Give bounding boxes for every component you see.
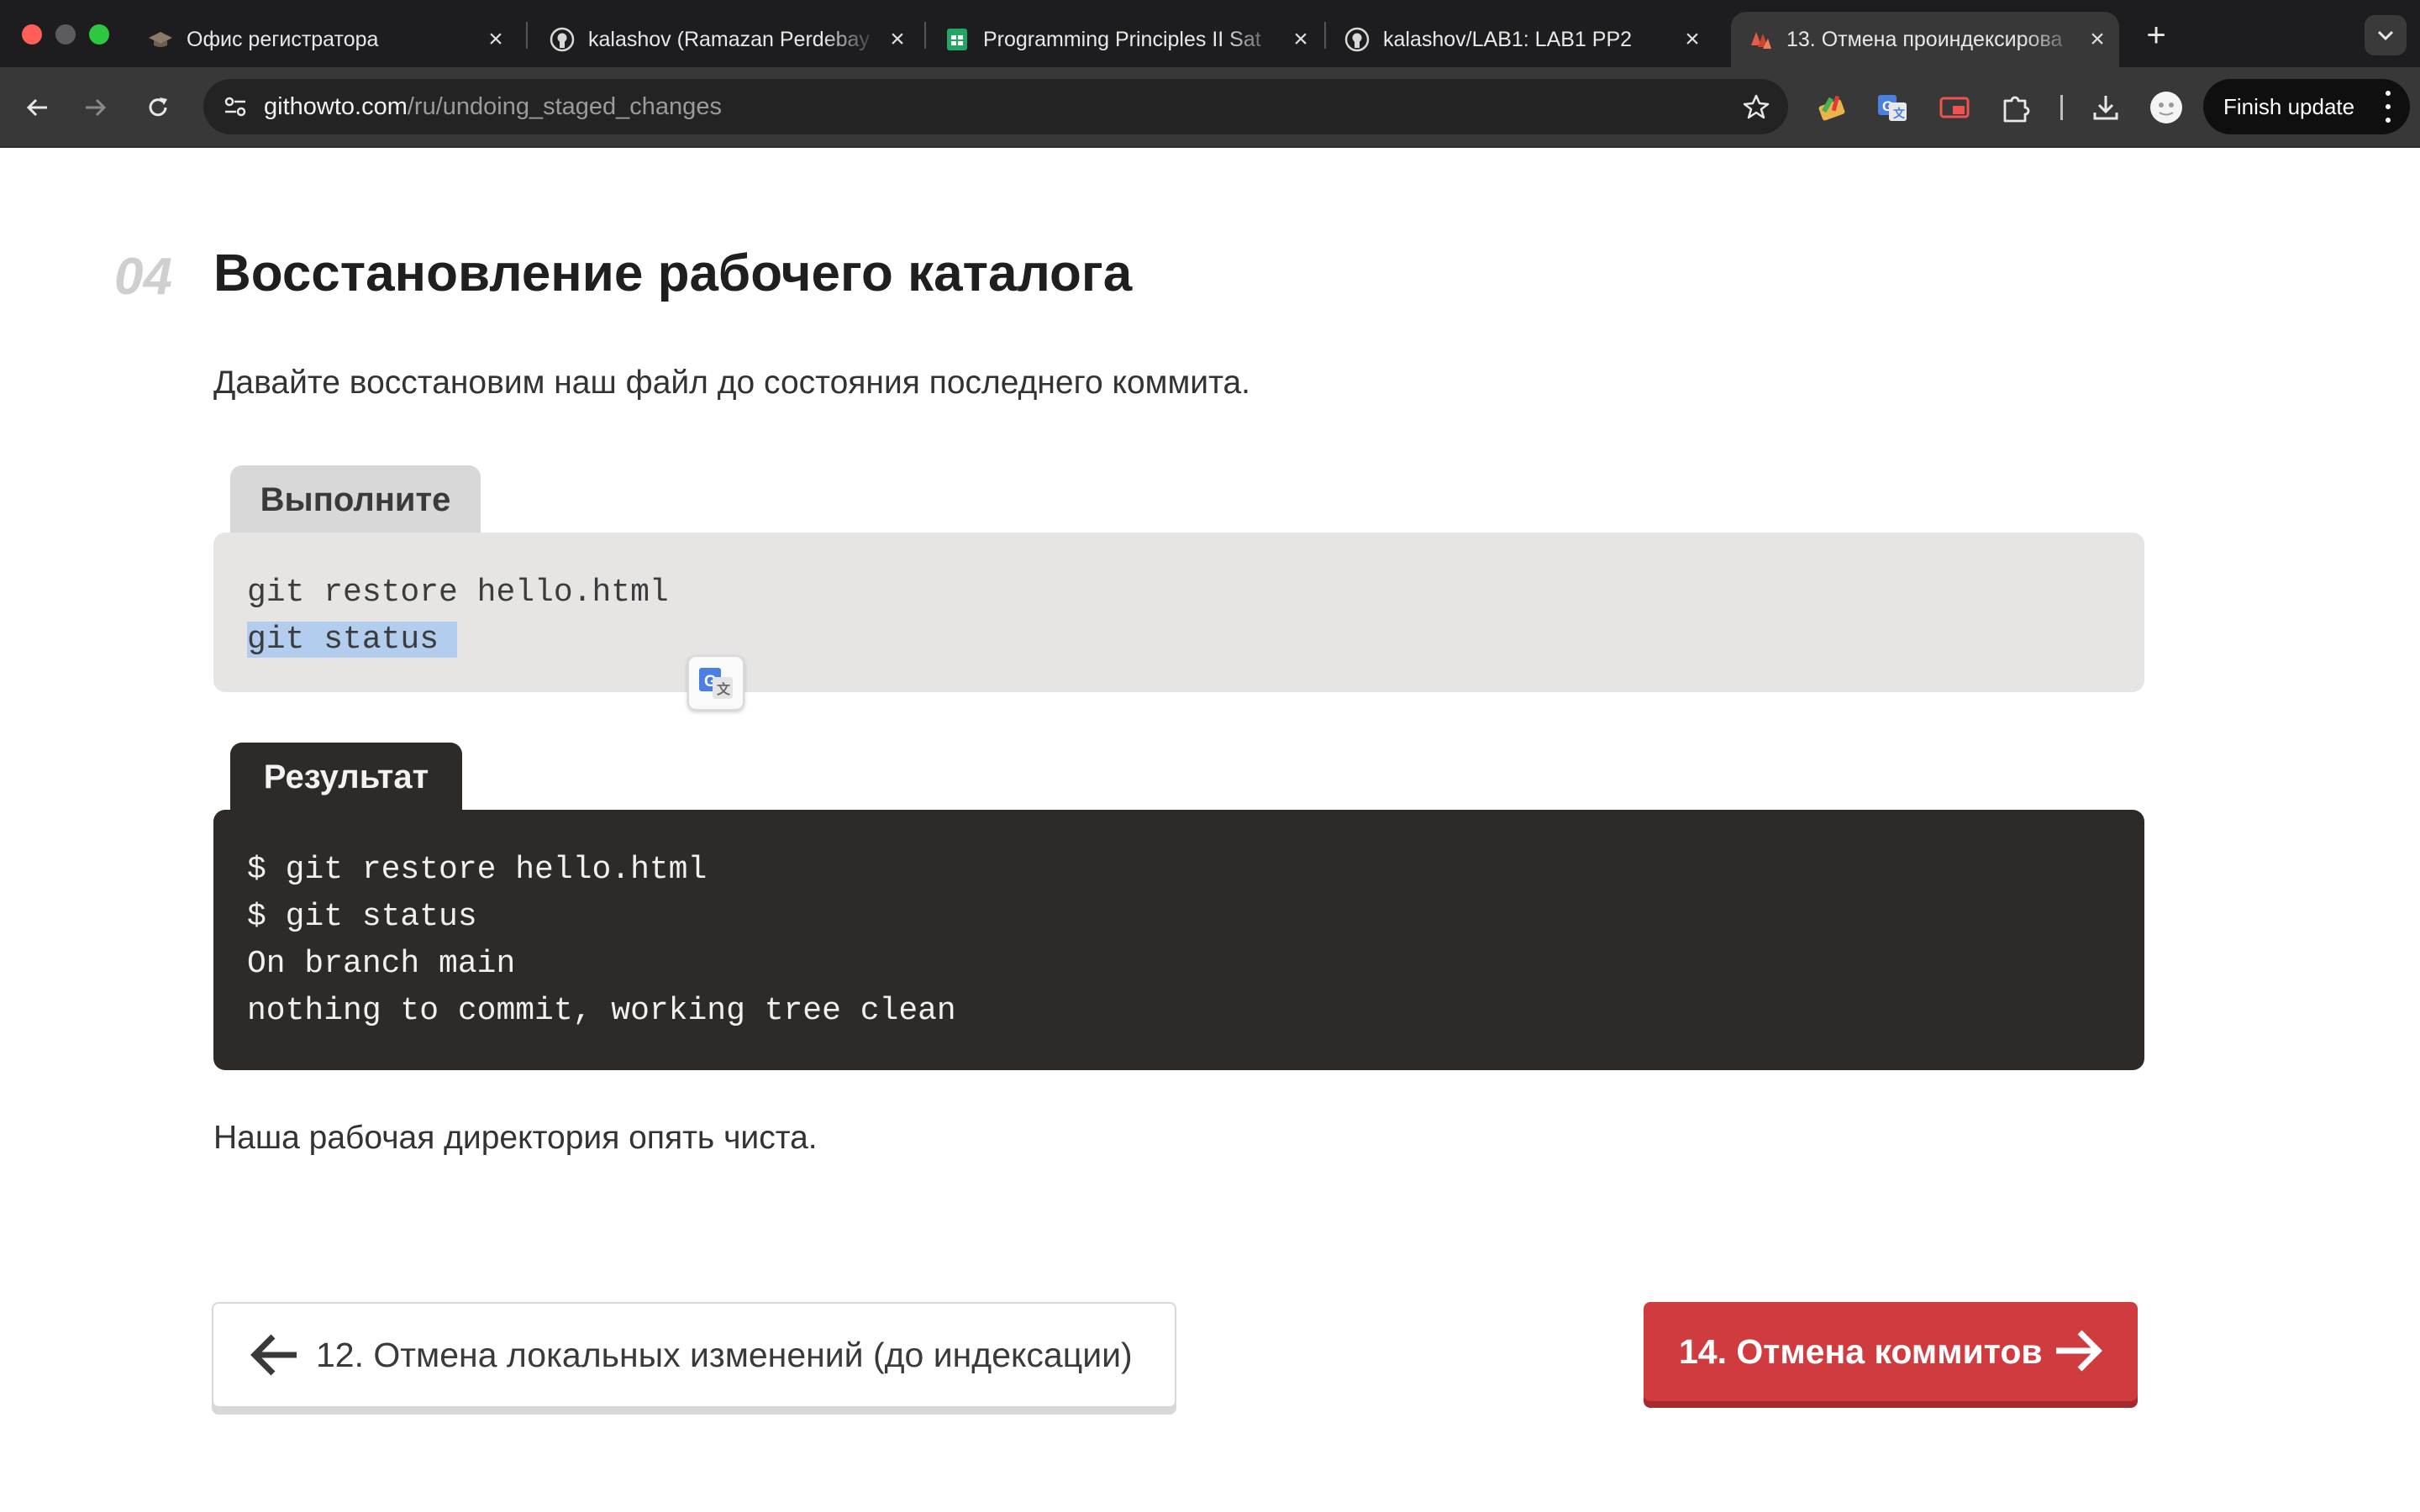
terminal-line: nothing to commit, working tree clean (247, 993, 956, 1029)
tab-github-profile[interactable]: kalashov (Ramazan Perdebay × (533, 12, 919, 67)
tab-title: 13. Отмена проиндексирова (1786, 27, 2063, 51)
tab-programming-principles-sheet[interactable]: Programming Principles II Sat × (928, 12, 1323, 67)
google-sheets-icon (944, 27, 970, 52)
url-text: githowto.com/ru/undoing_staged_changes (264, 79, 722, 134)
step-number: 04 (114, 248, 172, 306)
translate-popup-icon[interactable]: G文 (687, 655, 744, 711)
run-code-block[interactable]: git restore hello.html git status (213, 533, 2144, 692)
bookmark-star-icon[interactable] (1739, 90, 1773, 123)
new-tab-button[interactable]: + (2138, 17, 2175, 54)
close-tab-icon[interactable]: × (1676, 23, 1709, 56)
next-lesson-label: 14. Отмена коммитов (1679, 1331, 2043, 1371)
browser-toolbar: githowto.com/ru/undoing_staged_changes G… (0, 67, 2420, 148)
page-content: 04 Восстановление рабочего каталога Дава… (0, 148, 2420, 1512)
svg-text:文: 文 (717, 681, 731, 697)
result-terminal-block: $ git restore hello.html $ git status On… (213, 810, 2144, 1070)
terminal-line: $ git restore hello.html (247, 852, 708, 888)
terminal-line: $ git status (247, 899, 477, 935)
arrow-right-icon (86, 98, 107, 117)
git-icon (1748, 27, 1773, 52)
google-translate-extension-icon[interactable]: G文 (1872, 87, 1912, 128)
forward-button[interactable] (76, 87, 116, 128)
tab-github-repo[interactable]: kalashov/LAB1: LAB1 PP2 × (1328, 12, 1714, 67)
tab-title: Programming Principles II Sat (983, 27, 1261, 51)
tab-title: kalashov/LAB1: LAB1 PP2 (1383, 27, 1633, 51)
finish-update-button[interactable]: Finish update (2203, 79, 2410, 134)
result-label: Результат (230, 743, 462, 811)
more-menu-icon[interactable] (2385, 91, 2391, 123)
picture-in-picture-extension-icon[interactable] (1934, 87, 1975, 128)
previous-lesson-button[interactable]: 12. Отмена локальных изменений (до индек… (212, 1302, 1176, 1408)
extensions-puzzle-icon[interactable] (1995, 87, 2035, 128)
svg-text:文: 文 (1893, 107, 1906, 120)
address-bar[interactable]: githowto.com/ru/undoing_staged_changes (203, 79, 1788, 134)
run-label: Выполните (230, 465, 481, 534)
tab-separator (526, 22, 528, 49)
arrow-right-icon (2052, 1326, 2107, 1376)
arrow-left-icon (26, 98, 47, 117)
tab-registrar-office[interactable]: Офис регистратора × (131, 12, 518, 67)
tab-search-button[interactable] (2365, 15, 2407, 55)
toolbar-separator (2060, 95, 2063, 120)
next-lesson-button[interactable]: 14. Отмена коммитов (1644, 1302, 2138, 1401)
outro-paragraph: Наша рабочая директория опять чиста. (213, 1120, 818, 1156)
tab-strip: Офис регистратора × kalashov (Ramazan Pe… (0, 0, 2420, 67)
terminal-line: On branch main (247, 946, 516, 982)
tab-separator (924, 22, 926, 49)
chevron-down-icon (2377, 30, 2394, 41)
close-tab-icon[interactable]: × (881, 23, 914, 56)
minimize-window-button[interactable] (55, 24, 76, 45)
color-picker-extension-icon[interactable] (1812, 87, 1852, 128)
graduation-cap-icon (148, 27, 173, 52)
site-settings-icon[interactable] (218, 90, 252, 123)
previous-lesson-label: 12. Отмена локальных изменений (до индек… (316, 1335, 1133, 1374)
intro-paragraph: Давайте восстановим наш файл до состояни… (213, 365, 1251, 401)
reload-button[interactable] (138, 87, 178, 128)
fullscreen-window-button[interactable] (89, 24, 109, 45)
github-icon (1344, 27, 1370, 52)
arrow-left-icon (244, 1330, 302, 1380)
downloads-icon[interactable] (2086, 87, 2126, 128)
code-line: git restore hello.html (247, 575, 669, 611)
tab-title: Офис регистратора (187, 27, 379, 51)
reload-icon (149, 97, 167, 117)
close-window-button[interactable] (22, 24, 42, 45)
github-icon (550, 27, 575, 52)
selected-code-line: git status (247, 622, 458, 658)
tab-title: kalashov (Ramazan Perdebay (588, 27, 870, 51)
url-host: githowto.com (264, 93, 408, 120)
finish-update-label: Finish update (2223, 93, 2355, 119)
step-title: Восстановление рабочего каталога (213, 244, 1133, 302)
profile-avatar[interactable] (2146, 87, 2186, 128)
tab-separator (1324, 22, 1326, 49)
tab-githowto-active[interactable]: 13. Отмена проиндексирова × (1731, 12, 2119, 67)
back-button[interactable] (17, 87, 57, 128)
close-tab-icon[interactable]: × (1284, 23, 1318, 56)
close-tab-icon[interactable]: × (2081, 23, 2114, 56)
close-tab-icon[interactable]: × (479, 23, 513, 56)
url-path: /ru/undoing_staged_changes (407, 93, 722, 120)
